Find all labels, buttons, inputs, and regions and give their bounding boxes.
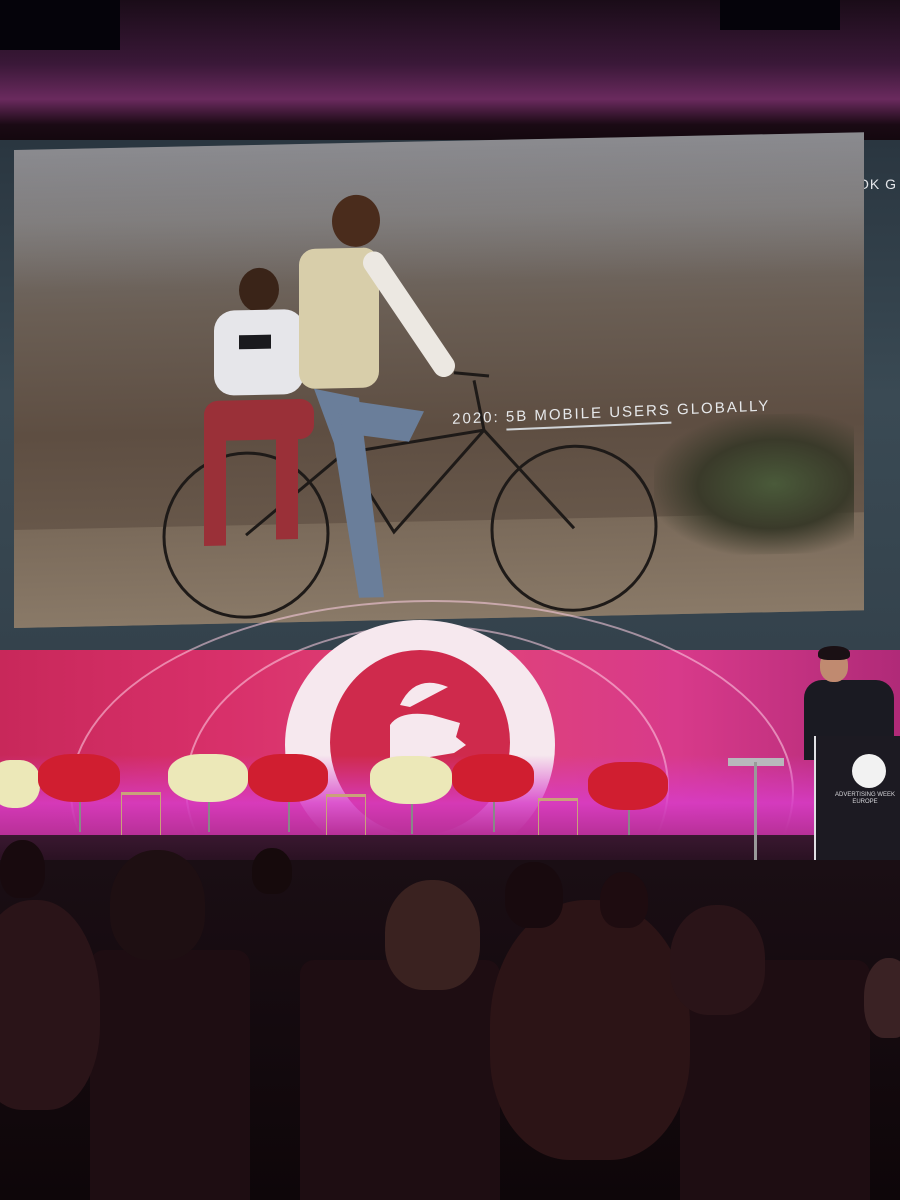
chair-leg — [411, 804, 413, 834]
boy-phone — [239, 334, 271, 350]
audience-head — [600, 872, 648, 928]
audience-head — [252, 848, 292, 894]
audience-head — [864, 958, 900, 1038]
chair-leg — [208, 802, 210, 832]
chair-seat — [248, 754, 328, 802]
chair-seat — [370, 756, 452, 804]
boy-shirt — [214, 309, 304, 396]
armchair-cream — [168, 754, 248, 838]
audience-head — [490, 900, 690, 1160]
chair-seat — [38, 754, 120, 802]
man-arm — [363, 251, 455, 377]
ceiling-light — [720, 0, 840, 30]
ceiling-light — [0, 0, 120, 50]
audience-head — [385, 880, 480, 990]
audience-head — [0, 840, 45, 898]
chair-seat — [452, 754, 534, 802]
boy-head — [239, 267, 279, 312]
man — [299, 194, 455, 598]
audience-head — [110, 850, 205, 960]
audience-head — [670, 905, 765, 1015]
handlebar — [453, 371, 490, 378]
podium-brand-text: ADVERTISING WEEK EUROPE — [835, 792, 895, 805]
speaker-hair — [818, 646, 850, 660]
presentation-slide: 2020: 5B MOBILE USERS GLOBALLY — [14, 132, 864, 628]
podium-logo-icon — [852, 754, 886, 788]
chair-seat — [168, 754, 248, 802]
armchair-red — [38, 754, 120, 838]
chair-leg — [493, 802, 495, 832]
chair-leg — [288, 802, 290, 832]
boy-leg-left — [204, 425, 226, 547]
audience-head — [505, 862, 563, 928]
seat-back — [300, 960, 500, 1200]
chair-leg — [79, 802, 81, 832]
seat-back — [90, 950, 250, 1200]
bicycle-riders-photo — [162, 194, 658, 619]
boy — [204, 267, 314, 547]
armchair-cream — [0, 760, 40, 840]
man-head — [332, 194, 380, 247]
chair-seat — [0, 760, 40, 808]
rear-wheel — [162, 451, 330, 619]
chair-seat — [588, 762, 668, 810]
boy-leg-right — [276, 424, 298, 540]
headline-prefix: 2020: — [452, 408, 507, 428]
